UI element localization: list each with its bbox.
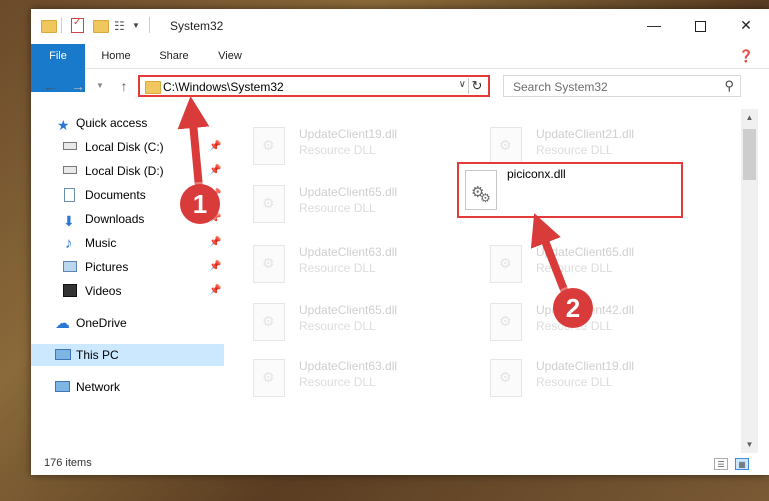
annotation-marker-2: 2	[553, 288, 593, 328]
annotation-arrows	[177, 96, 572, 304]
annotation-marker-1: 1	[180, 184, 220, 224]
